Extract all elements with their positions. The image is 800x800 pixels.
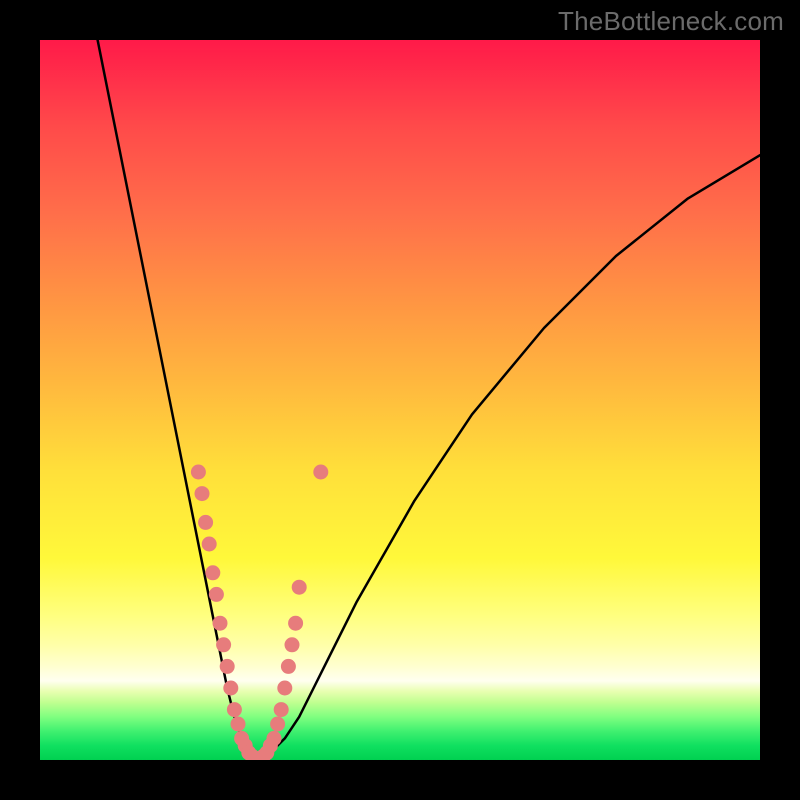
data-marker	[216, 637, 231, 652]
data-marker	[223, 681, 238, 696]
data-marker	[202, 537, 217, 552]
data-marker	[195, 486, 210, 501]
data-marker	[288, 616, 303, 631]
data-marker	[267, 731, 282, 746]
data-marker	[220, 659, 235, 674]
chart-frame: TheBottleneck.com	[0, 0, 800, 800]
data-marker	[313, 465, 328, 480]
data-marker	[274, 702, 289, 717]
data-marker	[198, 515, 213, 530]
data-marker	[213, 616, 228, 631]
data-marker	[292, 580, 307, 595]
bottleneck-curve	[98, 40, 760, 760]
data-marker	[227, 702, 242, 717]
chart-svg	[40, 40, 760, 760]
data-marker	[270, 717, 285, 732]
data-marker	[205, 565, 220, 580]
data-marker	[281, 659, 296, 674]
watermark-text: TheBottleneck.com	[558, 6, 784, 37]
data-marker	[191, 465, 206, 480]
data-marker	[285, 637, 300, 652]
data-marker	[277, 681, 292, 696]
data-marker	[231, 717, 246, 732]
plot-area	[40, 40, 760, 760]
data-marker	[209, 587, 224, 602]
